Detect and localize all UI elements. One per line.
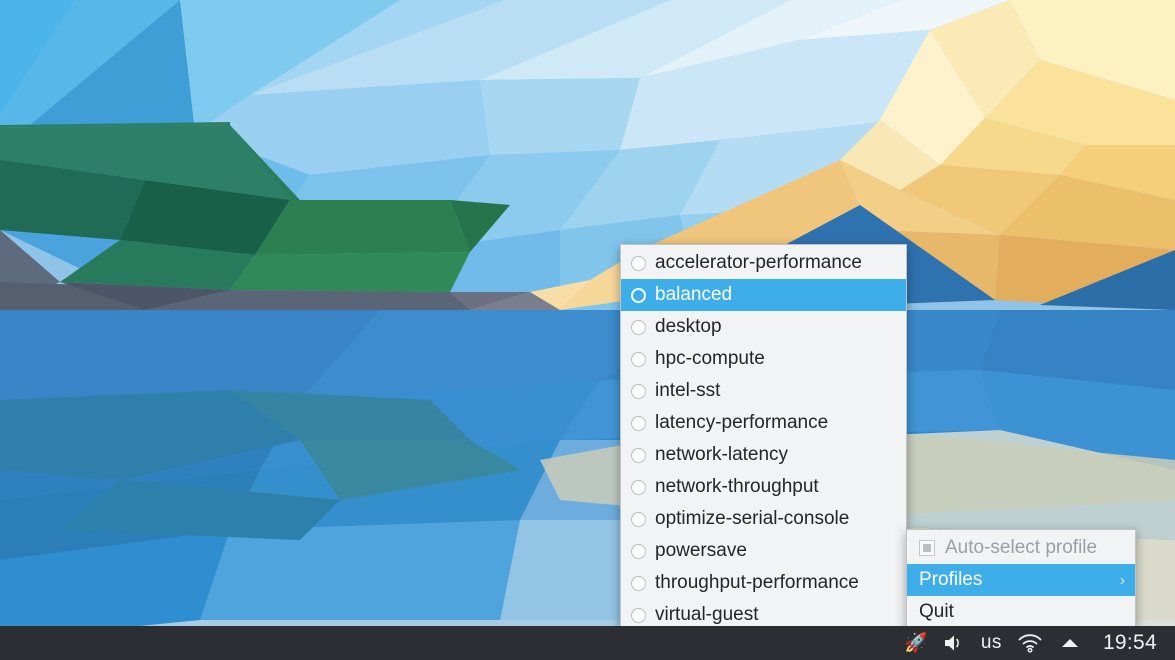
menu-item-profile[interactable]: optimize-serial-console — [621, 503, 906, 535]
menu-item-label: virtual-guest — [655, 604, 759, 625]
menu-item-profile[interactable]: balanced — [621, 279, 906, 311]
menu-item-profile[interactable]: hpc-compute — [621, 343, 906, 375]
menu-item-profile[interactable]: desktop — [621, 311, 906, 343]
wifi-icon[interactable] — [1009, 626, 1051, 660]
radio-icon — [631, 255, 646, 271]
profiles-submenu[interactable]: accelerator-performance balanced desktop… — [620, 244, 907, 660]
radio-icon — [631, 607, 646, 623]
radio-icon — [631, 447, 646, 463]
menu-item-label: Profiles — [919, 569, 983, 590]
desktop: accelerator-performance balanced desktop… — [0, 0, 1175, 660]
radio-icon — [631, 575, 646, 591]
checkbox-icon — [919, 540, 935, 556]
menu-item-label: network-latency — [655, 444, 789, 465]
menu-item-label: network-throughput — [655, 476, 819, 497]
menu-item-profile[interactable]: intel-sst — [621, 375, 906, 407]
system-tray: 🚀 us 19:54 — [894, 626, 1175, 660]
menu-item-profile[interactable]: powersave — [621, 535, 906, 567]
radio-icon — [631, 415, 646, 431]
chevron-up-icon[interactable] — [1051, 626, 1089, 660]
menu-item-auto-select-profile[interactable]: Auto-select profile — [907, 532, 1135, 564]
taskbar: 🚀 us 19:54 — [0, 626, 1175, 660]
rocket-icon[interactable]: 🚀 — [894, 626, 934, 660]
menu-item-label: intel-sst — [655, 380, 721, 401]
radio-icon — [631, 351, 646, 367]
chevron-right-icon: › — [1120, 571, 1125, 589]
menu-item-label: desktop — [655, 316, 722, 337]
radio-icon — [631, 479, 646, 495]
radio-icon — [631, 511, 646, 527]
menu-item-label: throughput-performance — [655, 572, 859, 593]
menu-item-quit[interactable]: Quit — [907, 596, 1135, 628]
volume-icon[interactable] — [934, 626, 974, 660]
menu-item-label: latency-performance — [655, 412, 829, 433]
menu-item-label: Auto-select profile — [945, 537, 1098, 558]
menu-item-label: hpc-compute — [655, 348, 765, 369]
menu-item-label: Quit — [919, 601, 954, 622]
radio-icon — [631, 287, 646, 303]
menu-item-label: optimize-serial-console — [655, 508, 850, 529]
keyboard-layout-indicator[interactable]: us — [974, 626, 1009, 660]
menu-item-label: balanced — [655, 284, 733, 305]
menu-item-label: powersave — [655, 540, 747, 561]
radio-icon — [631, 383, 646, 399]
menu-item-label: accelerator-performance — [655, 252, 862, 273]
clock[interactable]: 19:54 — [1089, 631, 1163, 655]
menu-item-profiles[interactable]: Profiles › — [907, 564, 1135, 596]
radio-icon — [631, 543, 646, 559]
radio-icon — [631, 319, 646, 335]
menu-item-profile[interactable]: latency-performance — [621, 407, 906, 439]
tray-context-menu[interactable]: Auto-select profile Profiles › Quit — [906, 529, 1136, 631]
menu-item-profile[interactable]: throughput-performance — [621, 567, 906, 599]
menu-item-profile[interactable]: network-throughput — [621, 471, 906, 503]
menu-item-profile[interactable]: accelerator-performance — [621, 247, 906, 279]
menu-item-profile[interactable]: network-latency — [621, 439, 906, 471]
